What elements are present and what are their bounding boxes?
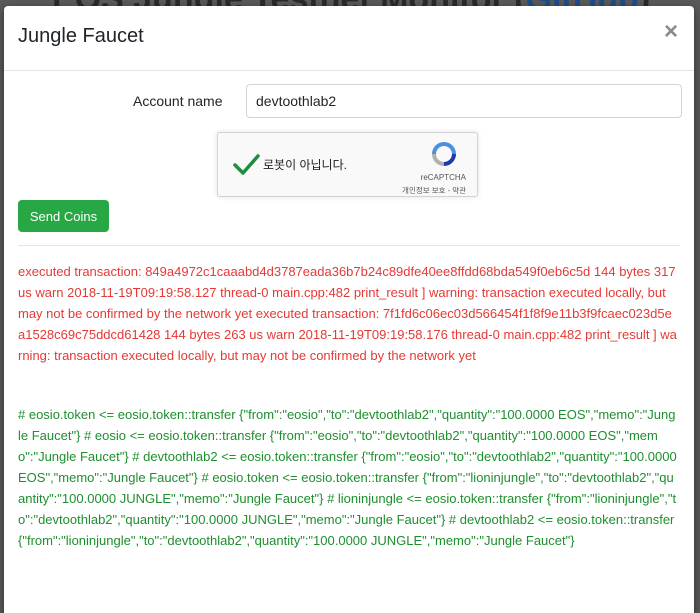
divider: [18, 245, 680, 246]
error-output-text: executed transaction: 849a4972c1caaabd4d…: [18, 264, 677, 363]
account-name-input[interactable]: [246, 84, 682, 118]
modal-header: Jungle Faucet ×: [4, 6, 694, 71]
send-coins-button[interactable]: Send Coins: [18, 200, 109, 232]
recaptcha-logo-icon: [432, 142, 456, 166]
close-button[interactable]: ×: [664, 20, 678, 44]
success-output-text: # eosio.token <= eosio.token::transfer {…: [18, 407, 677, 548]
account-name-label: Account name: [133, 93, 223, 109]
account-name-row: Account name: [4, 84, 694, 118]
recaptcha-widget[interactable]: 로봇이 아닙니다. reCAPTCHA 개인정보 보호 - 약관: [217, 132, 478, 197]
recaptcha-brand: reCAPTCHA: [420, 173, 466, 182]
recaptcha-terms-link[interactable]: 개인정보 보호 - 약관: [218, 185, 466, 196]
recaptcha-label: 로봇이 아닙니다.: [263, 158, 347, 172]
modal-title: Jungle Faucet: [18, 25, 144, 47]
jungle-faucet-modal: Jungle Faucet × Account name 로봇이 아닙니다. r…: [4, 6, 694, 613]
close-icon[interactable]: ×: [664, 18, 678, 45]
